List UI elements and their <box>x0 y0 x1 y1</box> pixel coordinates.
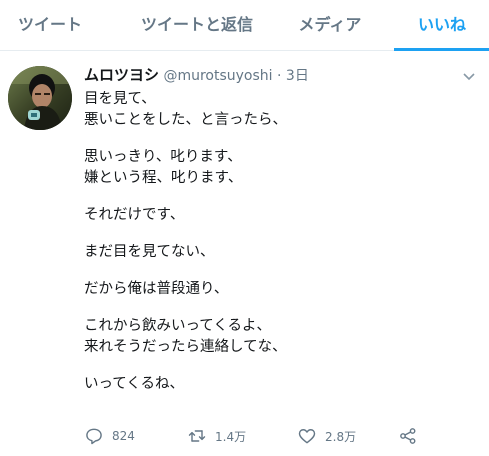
tab-likes[interactable]: いいね <box>395 0 489 50</box>
tweet-text-line: 来れそうだったら連絡してな、 <box>84 339 287 355</box>
tab-tweets-and-replies[interactable]: ツイートと返信 <box>117 0 277 50</box>
profile-tabs: ツイート ツイートと返信 メディア いいね <box>0 0 489 51</box>
retweet-button[interactable]: 1.4万 <box>187 425 246 447</box>
reply-count: 824 <box>112 429 135 443</box>
tweet-text-line: いってくるね、 <box>84 376 185 392</box>
author-name[interactable]: ムロツヨシ <box>84 66 159 84</box>
author-handle[interactable]: @murotsuyoshi <box>163 68 272 84</box>
tweet-text-line: 嫌という程、叱ります、 <box>84 170 243 186</box>
tweet-text-line: 目を見て、 <box>84 91 156 107</box>
tweet-text: 目を見て、 悪いことをした、と言ったら、 思いっきり、叱ります、 嫌という程、叱… <box>84 89 474 395</box>
tab-tweets[interactable]: ツイート <box>0 0 100 50</box>
separator-dot: · <box>277 68 282 84</box>
heart-icon <box>298 429 316 444</box>
like-button[interactable]: 2.8万 <box>297 425 356 447</box>
retweet-icon <box>188 430 206 442</box>
avatar-photo <box>8 66 72 130</box>
retweet-count: 1.4万 <box>215 429 247 444</box>
tweet-text-line: だから俺は普段通り、 <box>84 281 229 297</box>
share-icon <box>400 428 416 444</box>
tweet-text-line: まだ目を見てない、 <box>84 244 215 260</box>
tweet-text-line: 思いっきり、叱ります、 <box>84 149 242 165</box>
tweet[interactable]: ムロツヨシ @murotsuyoshi · 3日 目を見て、 悪いことをした、と… <box>0 51 489 456</box>
reply-button[interactable]: 824 <box>84 425 135 447</box>
share-button[interactable] <box>398 425 426 447</box>
tweet-text-line: それだけです、 <box>84 207 185 223</box>
tweet-text-line: これから飲みいってくるよ、 <box>84 318 272 334</box>
tweet-text-line: 悪いことをした、と言ったら、 <box>84 112 287 128</box>
avatar[interactable] <box>8 66 72 130</box>
like-count: 2.8万 <box>325 429 357 444</box>
tweet-timestamp[interactable]: 3日 <box>286 68 309 84</box>
chevron-down-icon[interactable] <box>461 68 477 84</box>
tweet-header: ムロツヨシ @murotsuyoshi · 3日 <box>84 64 309 86</box>
reply-icon <box>86 428 102 445</box>
tweet-actions: 824 1.4万 2.8万 <box>84 425 484 447</box>
tab-media[interactable]: メディア <box>285 0 375 50</box>
